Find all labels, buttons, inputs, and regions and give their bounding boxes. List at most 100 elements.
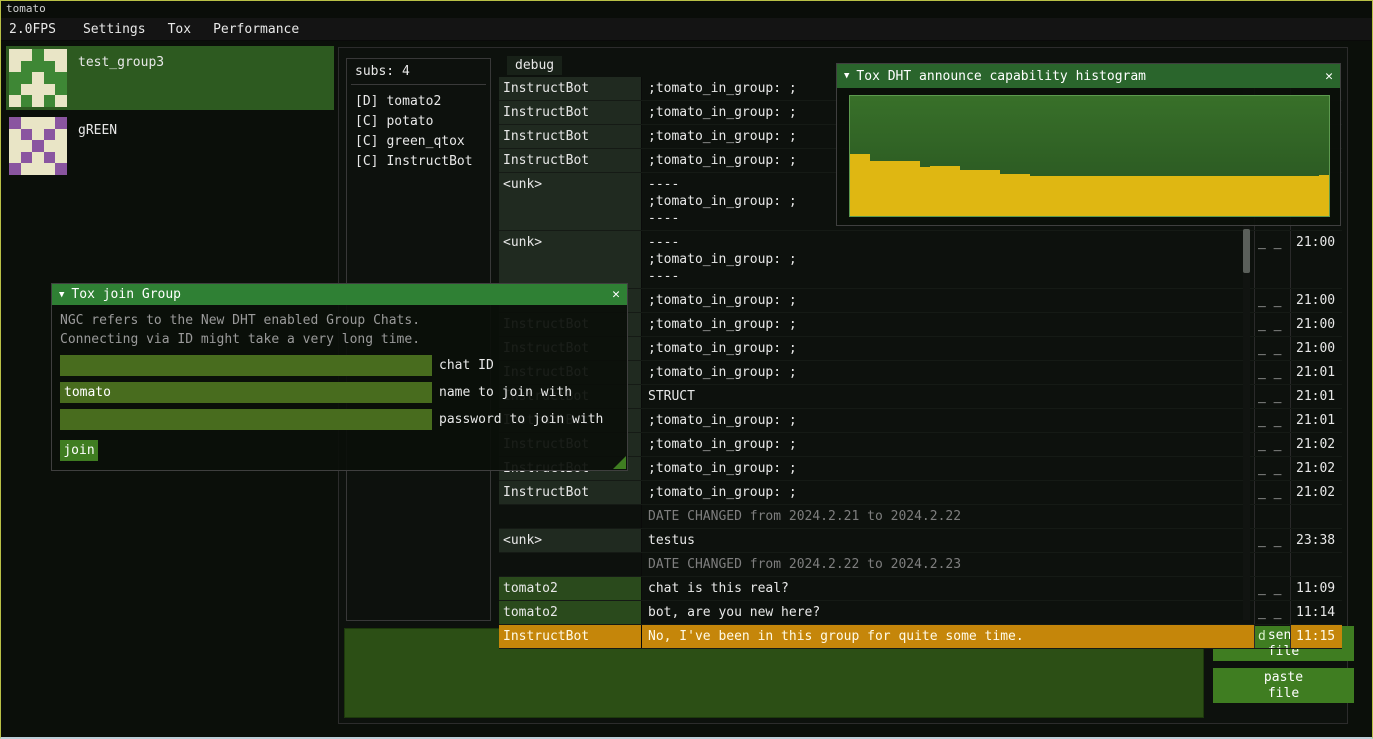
message-text: ---- ;tomato_in_group: ; ----: [641, 231, 1254, 288]
close-icon[interactable]: ✕: [1325, 69, 1333, 84]
join-field-row: name to join with: [60, 382, 619, 403]
message-text: ;tomato_in_group: ;: [641, 361, 1254, 384]
message-timestamp: 21:00: [1290, 337, 1342, 360]
join-field-input[interactable]: [60, 382, 432, 403]
tab-debug[interactable]: debug: [507, 56, 562, 75]
message-status-flags: _ _: [1254, 289, 1290, 312]
message-timestamp: 11:14: [1290, 601, 1342, 624]
menu-item[interactable]: Settings: [72, 22, 157, 37]
join-field-row: chat ID: [60, 355, 619, 376]
chat-scrollbar-thumb[interactable]: [1243, 229, 1250, 273]
group-member[interactable]: [C] InstructBot: [355, 152, 482, 172]
join-field-label: chat ID: [439, 358, 494, 373]
contact-name: gREEN: [78, 117, 117, 138]
collapse-arrow-icon[interactable]: ▼: [59, 290, 64, 300]
group-member[interactable]: [D]tomato2: [355, 92, 482, 112]
message-status-flags: _ _: [1254, 385, 1290, 408]
join-button[interactable]: join: [60, 440, 98, 461]
message-status-flags: _ _: [1254, 601, 1290, 624]
message-timestamp: 21:02: [1290, 481, 1342, 504]
join-group-window: ▼ Tox join Group ✕ NGC refers to the New…: [51, 283, 628, 471]
message-status-flags: d: [1254, 625, 1290, 648]
chat-message-row[interactable]: InstructBot No, I've been in this group …: [499, 625, 1342, 649]
member-role: [C]: [355, 114, 378, 129]
message-status-flags: _ _: [1254, 313, 1290, 336]
histogram-window-titlebar[interactable]: ▼ Tox DHT announce capability histogram …: [837, 64, 1340, 88]
message-timestamp: 11:15: [1290, 625, 1342, 648]
chat-message-row[interactable]: tomato2 chat is this real? _ _ 11:09: [499, 577, 1342, 601]
menu-item[interactable]: Tox: [157, 22, 202, 37]
join-info-line2: Connecting via ID might take a very long…: [60, 330, 619, 349]
contact-item[interactable]: gREEN: [6, 114, 334, 178]
fps-counter: 2.0FPS: [9, 22, 56, 37]
member-name: green_qtox: [386, 134, 464, 149]
dht-histogram-window: ▼ Tox DHT announce capability histogram …: [836, 63, 1341, 226]
message-author: InstructBot: [499, 125, 641, 148]
message-author: InstructBot: [499, 149, 641, 172]
message-status-flags: _ _: [1254, 433, 1290, 456]
app-window: tomato 2.0FPS Settings Tox Performance t…: [0, 0, 1373, 739]
message-text: ;tomato_in_group: ;: [641, 337, 1254, 360]
join-field-input[interactable]: [60, 355, 432, 376]
chat-message-row[interactable]: tomato2 bot, are you new here? _ _ 11:14: [499, 601, 1342, 625]
member-role: [C]: [355, 154, 378, 169]
message-status-flags: _ _: [1254, 361, 1290, 384]
paste-file-button[interactable]: paste file: [1213, 668, 1354, 703]
message-text: chat is this real?: [641, 577, 1254, 600]
join-field-input[interactable]: [60, 409, 432, 430]
join-fields: chat ID name to join with password to jo…: [60, 355, 619, 430]
member-name: tomato2: [386, 94, 441, 109]
histogram-window-title: Tox DHT announce capability histogram: [856, 69, 1146, 84]
group-member[interactable]: [C] potato: [355, 112, 482, 132]
message-status-flags: _ _: [1254, 481, 1290, 504]
message-status-flags: _ _: [1254, 337, 1290, 360]
window-title: tomato: [6, 2, 46, 15]
message-status-flags: [1254, 505, 1290, 528]
message-text: ;tomato_in_group: ;: [641, 289, 1254, 312]
message-timestamp: 21:00: [1290, 231, 1342, 288]
message-status-flags: _ _: [1254, 457, 1290, 480]
panel-separator: [351, 84, 486, 85]
message-status-flags: _ _: [1254, 409, 1290, 432]
message-timestamp: 21:01: [1290, 385, 1342, 408]
group-member[interactable]: [C]green_qtox: [355, 132, 482, 152]
close-icon[interactable]: ✕: [612, 287, 620, 302]
member-name: InstructBot: [386, 154, 472, 169]
message-text: No, I've been in this group for quite so…: [641, 625, 1254, 648]
message-text: bot, are you new here?: [641, 601, 1254, 624]
message-text: ;tomato_in_group: ;: [641, 313, 1254, 336]
message-text: testus: [641, 529, 1254, 552]
contact-item[interactable]: test_group3: [6, 46, 334, 110]
join-window-titlebar[interactable]: ▼ Tox join Group ✕: [52, 284, 627, 305]
message-author: InstructBot: [499, 77, 641, 100]
message-author: InstructBot: [499, 481, 641, 504]
chat-message-row[interactable]: DATE CHANGED from 2024.2.22 to 2024.2.23: [499, 553, 1342, 577]
message-status-flags: _ _: [1254, 529, 1290, 552]
chat-message-row[interactable]: <unk> ---- ;tomato_in_group: ; ---- _ _ …: [499, 231, 1342, 289]
join-field-row: password to join with: [60, 409, 619, 430]
join-window-title: Tox join Group: [71, 287, 181, 302]
member-name: potato: [386, 114, 433, 129]
message-timestamp: 23:38: [1290, 529, 1342, 552]
message-status-flags: [1254, 553, 1290, 576]
message-timestamp: 21:00: [1290, 313, 1342, 336]
contact-avatar-identicon: [9, 49, 67, 107]
message-author: [499, 553, 641, 576]
chat-message-row[interactable]: InstructBot ;tomato_in_group: ; _ _ 21:0…: [499, 481, 1342, 505]
contact-avatar-identicon: [9, 117, 67, 175]
collapse-arrow-icon[interactable]: ▼: [844, 71, 849, 81]
resize-grip[interactable]: [613, 456, 626, 469]
dht-capability-histogram-plot[interactable]: [849, 95, 1330, 217]
os-titlebar[interactable]: tomato: [1, 1, 1372, 18]
message-text: ;tomato_in_group: ;: [641, 457, 1254, 480]
join-window-body: NGC refers to the New DHT enabled Group …: [52, 305, 627, 467]
message-author: InstructBot: [499, 101, 641, 124]
message-timestamp: 21:02: [1290, 433, 1342, 456]
message-author: [499, 505, 641, 528]
chat-message-row[interactable]: <unk> testus _ _ 23:38: [499, 529, 1342, 553]
menu-item[interactable]: Performance: [202, 22, 310, 37]
join-field-label: password to join with: [439, 412, 603, 427]
message-status-flags: _ _: [1254, 577, 1290, 600]
chat-message-row[interactable]: DATE CHANGED from 2024.2.21 to 2024.2.22: [499, 505, 1342, 529]
message-author: <unk>: [499, 231, 641, 288]
